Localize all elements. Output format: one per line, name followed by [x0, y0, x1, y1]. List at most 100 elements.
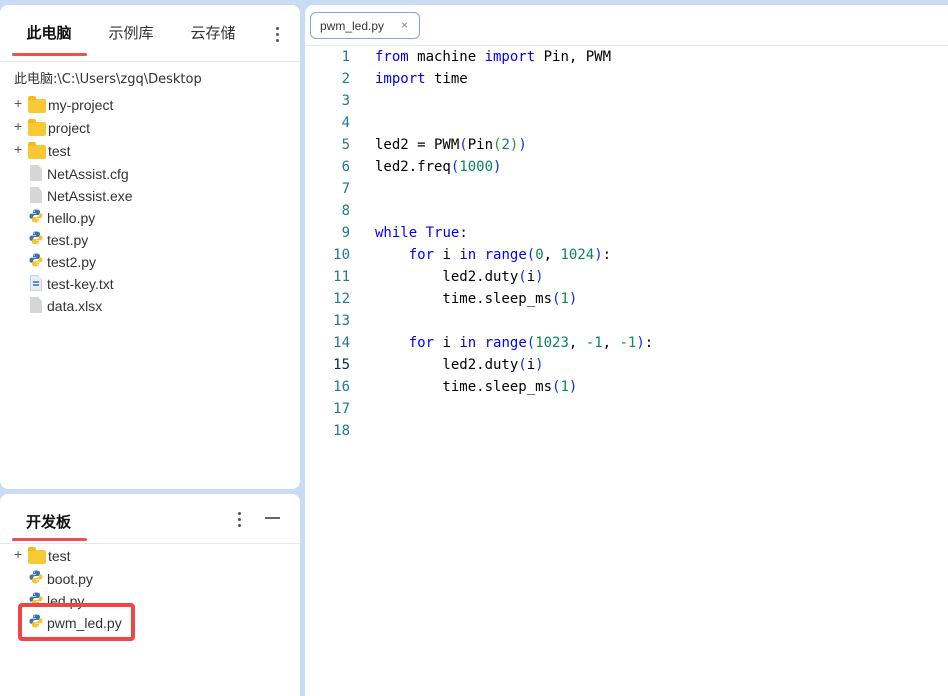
item-icon-wrap [30, 275, 42, 291]
folder-icon [28, 96, 46, 113]
line-number: 9 [341, 225, 350, 241]
tree-item-test2-py[interactable]: test2.py [0, 251, 290, 273]
item-icon-wrap [30, 297, 42, 313]
tree-item-label: test2.py [47, 254, 97, 270]
tree-item-project[interactable]: + project [0, 117, 290, 139]
code-line[interactable]: 18 [305, 421, 948, 443]
item-icon-wrap [29, 209, 43, 228]
tab-cloud-storage[interactable]: 云存储 [176, 5, 250, 57]
tree-item-netassist-exe[interactable]: NetAssist.exe [0, 185, 290, 207]
code-line[interactable]: 9 while True: [305, 223, 948, 245]
line-number: 17 [333, 401, 350, 417]
item-icon-wrap [29, 231, 43, 250]
tree-item-data-xlsx[interactable]: data.xlsx [0, 295, 290, 317]
file-browser-panel: 此电脑 示例库 云存储 此电脑:\C:\Users\zgq\Desktop + m… [0, 5, 300, 489]
line-number: 18 [333, 423, 350, 439]
line-number: 1 [341, 49, 350, 65]
python-icon [29, 209, 43, 227]
close-icon[interactable]: × [401, 18, 408, 32]
line-number: 4 [341, 115, 350, 131]
code-line[interactable]: 1 from machine import Pin, PWM [305, 47, 948, 69]
tree-item-netassist-cfg[interactable]: NetAssist.cfg [0, 163, 290, 185]
tree-item-label: boot.py [47, 571, 93, 587]
item-icon-wrap [30, 187, 42, 203]
code-line[interactable]: 10 for i in range(0, 1024): [305, 245, 948, 267]
active-tab-indicator [12, 53, 87, 56]
line-number: 12 [333, 291, 350, 307]
tree-item-test[interactable]: + test [0, 545, 290, 567]
tree-item-label: test [48, 548, 71, 564]
more-options-icon[interactable] [273, 25, 283, 45]
tree-item-label: data.xlsx [47, 298, 103, 314]
tree-item-test-py[interactable]: test.py [0, 229, 290, 251]
item-icon-wrap [28, 142, 46, 159]
divider [0, 543, 300, 544]
tree-item-my-project[interactable]: + my-project [0, 94, 290, 116]
code-line[interactable]: 14 for i in range(1023, -1, -1): [305, 333, 948, 355]
item-icon-wrap [28, 547, 46, 564]
tree-item-label: test [48, 143, 71, 159]
code-line[interactable]: 15 led2.duty(i) [305, 355, 948, 377]
line-number: 16 [333, 379, 350, 395]
tree-item-hello-py[interactable]: hello.py [0, 207, 290, 229]
code-text: for i in range(0, 1024): [408, 247, 612, 263]
folder-icon [28, 547, 46, 564]
code-line[interactable]: 17 [305, 399, 948, 421]
tree-item-label: hello.py [47, 210, 96, 226]
code-text: led2.duty(i) [375, 269, 544, 285]
tab-this-pc[interactable]: 此电脑 [12, 5, 86, 57]
item-icon-wrap [28, 96, 46, 113]
tree-item-label: NetAssist.exe [47, 188, 133, 204]
code-line[interactable]: 6 led2.freq(1000) [305, 157, 948, 179]
line-number: 14 [333, 335, 350, 351]
minimize-icon[interactable] [265, 517, 280, 519]
editor-tab-bar: pwm_led.py × [305, 5, 948, 46]
line-number: 6 [341, 159, 350, 175]
code-text: from machine import Pin, PWM [375, 49, 612, 65]
item-icon-wrap [28, 119, 46, 136]
device-panel: 开发板 + test boot.py led.py pwm_led.py [0, 494, 300, 696]
code-line[interactable]: 8 [305, 201, 948, 223]
code-text: led2 = PWM(Pin(2)) [375, 137, 527, 153]
tree-item-boot-py[interactable]: boot.py [0, 568, 290, 590]
item-icon-wrap [30, 165, 42, 181]
line-number: 11 [333, 269, 350, 285]
code-line[interactable]: 13 [305, 311, 948, 333]
code-line[interactable]: 11 led2.duty(i) [305, 267, 948, 289]
code-line[interactable]: 5 led2 = PWM(Pin(2)) [305, 135, 948, 157]
code-line[interactable]: 3 [305, 91, 948, 113]
line-number: 8 [341, 203, 350, 219]
expand-icon[interactable]: + [14, 141, 24, 157]
text-file-icon [30, 275, 42, 291]
current-path: 此电脑:\C:\Users\zgq\Desktop [14, 72, 202, 87]
expand-icon[interactable]: + [14, 118, 24, 134]
tree-item-label: test-key.txt [47, 276, 114, 292]
code-line[interactable]: 2 import time [305, 69, 948, 91]
file-browser-tabs: 此电脑 示例库 云存储 [0, 5, 300, 62]
folder-icon [28, 142, 46, 159]
editor-tab-label: pwm_led.py [320, 19, 385, 33]
expand-icon[interactable]: + [14, 95, 24, 111]
code-line[interactable]: 4 [305, 113, 948, 135]
line-number: 13 [333, 313, 350, 329]
tree-item-test[interactable]: + test [0, 140, 290, 162]
code-line[interactable]: 16 time.sleep_ms(1) [305, 377, 948, 399]
tree-item-label: project [48, 120, 91, 136]
tree-item-test-key-txt[interactable]: test-key.txt [0, 273, 290, 295]
expand-icon[interactable]: + [14, 546, 24, 562]
code-line[interactable]: 7 [305, 179, 948, 201]
code-editor: pwm_led.py × 1 from machine import Pin, P… [305, 5, 948, 696]
code-text: for i in range(1023, -1, -1): [408, 335, 654, 351]
tab-examples[interactable]: 示例库 [94, 5, 168, 57]
item-icon-wrap [29, 253, 43, 272]
code-line[interactable]: 12 time.sleep_ms(1) [305, 289, 948, 311]
code-text: led2.duty(i) [375, 357, 544, 373]
line-number: 5 [341, 137, 350, 153]
code-text: time.sleep_ms(1) [375, 291, 578, 307]
editor-tab-pwm-led[interactable]: pwm_led.py × [310, 12, 420, 39]
file-icon [30, 187, 42, 203]
device-more-options-icon[interactable] [235, 510, 245, 530]
tree-item-label: my-project [48, 97, 114, 113]
code-text: while True: [375, 225, 468, 241]
file-icon [30, 297, 42, 313]
